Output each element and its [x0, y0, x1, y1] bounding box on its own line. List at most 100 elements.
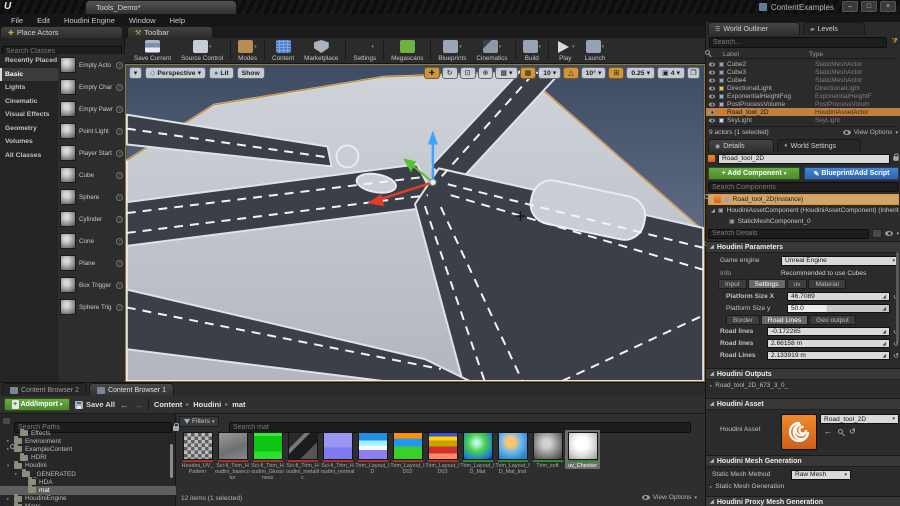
scale-snap-value[interactable]: 0.25 ▾ [626, 67, 656, 79]
outliner-row[interactable]: ▣ ExponentialHeightFog ExponentialHeight… [706, 92, 900, 100]
chevron-down-icon[interactable]: ▾ [209, 44, 212, 50]
breadcrumb-item[interactable]: mat▸ [232, 400, 245, 409]
chevron-down-icon[interactable]: ▾ [572, 44, 575, 50]
tab-world-outliner[interactable]: ☰ World Outliner [708, 22, 800, 35]
actor-item[interactable]: Box Trigger ? [58, 274, 125, 296]
help-icon[interactable]: ? [116, 149, 123, 157]
translate-tool-button[interactable]: ✚ [423, 67, 440, 79]
help-icon[interactable]: ? [116, 61, 123, 69]
road-lines-field[interactable]: 2.66158 m ◢ [767, 339, 891, 348]
component-row[interactable]: ◢ ▣ HoudiniAssetComponent (HoudiniAssetC… [708, 205, 899, 216]
asset-item[interactable]: Houdini_UV_Pattern [180, 430, 215, 475]
help-icon[interactable]: ? [116, 171, 123, 179]
outliner-row[interactable]: ▣ Cube2 StaticMeshActor [706, 60, 900, 68]
use-selected-icon[interactable]: ← [824, 427, 832, 436]
folder-row[interactable]: ▸ _GENERATED [0, 469, 176, 478]
help-icon[interactable]: ? [116, 193, 123, 201]
grid-snap-toggle[interactable]: ▦ [519, 67, 537, 79]
content-browser-tab[interactable]: Content Browser 1 [88, 383, 174, 396]
actor-item[interactable]: Cone ? [58, 230, 125, 252]
game-engine-dropdown[interactable]: Unreal Engine ▾ [781, 255, 899, 266]
revert-icon[interactable]: ↺ [893, 352, 899, 360]
outliner-row[interactable]: ▣ PostProcessVolume PostProcessVolum [706, 100, 900, 108]
chevron-down-icon[interactable]: ▾ [459, 44, 462, 50]
folder-row[interactable]: ▸ HoudiniEngine [0, 493, 176, 503]
details-scrollbar[interactable] [896, 252, 899, 342]
toolbar-button[interactable]: ▾ Blueprints [433, 38, 471, 63]
outliner-search-input[interactable] [709, 37, 887, 48]
toolbar-button[interactable]: ▾ Build [518, 38, 547, 63]
browse-icon[interactable] [838, 429, 843, 434]
platform-size-y-field[interactable]: 50.0 ◢ [787, 304, 891, 313]
help-icon[interactable]: ? [116, 215, 123, 223]
toolbar-button[interactable]: Content [267, 38, 299, 63]
menu-item[interactable]: File [4, 16, 30, 25]
static-mesh-generation-row[interactable]: ▸ Static Mesh Generation [710, 483, 784, 490]
parameter-tab[interactable]: Material [808, 279, 846, 289]
road-sub-tab[interactable]: Geo output [809, 315, 856, 325]
filters-button[interactable]: Filters ▾ [179, 416, 220, 427]
tab-world-settings[interactable]: ● World Settings [777, 139, 861, 152]
toolbar-button[interactable]: Save Current [129, 38, 176, 63]
menu-item[interactable]: Houdini Engine [57, 16, 122, 25]
reset-icon[interactable]: ↺ [849, 427, 856, 436]
outliner-row[interactable]: ▣ SkyLight SkyLight [706, 116, 900, 124]
toolbar-button[interactable]: ▾ Source Control [176, 38, 228, 63]
menu-item[interactable]: Help [163, 16, 192, 25]
actor-name-field[interactable]: Road_tool_2D [718, 153, 890, 164]
toolbar-button[interactable]: Marketplace [299, 38, 343, 63]
folder-row[interactable]: ▸ ExampleContent [0, 444, 176, 453]
rotation-snap-value[interactable]: 10° ▾ [580, 67, 607, 79]
outliner-row[interactable]: ▣ Cube3 StaticMeshActor [706, 68, 900, 76]
outliner-filter-icon[interactable]: ⧩ [892, 38, 898, 46]
surface-snap-toggle[interactable]: ▦ ▾ [495, 67, 518, 79]
toolbar-button[interactable]: ▾ Modes [233, 38, 262, 63]
component-row[interactable]: ▣ StaticMeshComponent_0 [708, 216, 899, 227]
chevron-down-icon[interactable]: ▾ [254, 44, 257, 50]
expander-icon[interactable]: ◢ [711, 208, 715, 214]
outliner-row[interactable]: ▣ Road_tool_2D HoudiniAssetActor [706, 108, 900, 116]
menu-item[interactable]: Window [122, 16, 163, 25]
tab-toolbar[interactable]: ⚒ Toolbar [127, 26, 213, 38]
help-icon[interactable]: ? [116, 127, 123, 135]
folder-expander-icon[interactable]: ▸ [7, 496, 11, 502]
expander-icon[interactable]: ▸ [710, 383, 712, 389]
menu-item[interactable]: Edit [30, 16, 57, 25]
actor-item[interactable]: Player Start ? [58, 142, 125, 164]
road-sub-tab[interactable]: Border [726, 315, 760, 325]
outliner-view-options[interactable]: View Options ▾ [842, 129, 898, 136]
actor-item[interactable]: Empty Pawn ? [58, 98, 125, 120]
perspective-button[interactable]: ◇ Perspective ▾ [145, 67, 207, 79]
folder-expander-icon[interactable]: ▸ [7, 446, 11, 452]
outliner-row[interactable]: ▣ Cube4 StaticMeshActor [706, 76, 900, 84]
folder-row[interactable]: mat [0, 485, 176, 495]
show-button[interactable]: Show [236, 67, 265, 79]
actor-item[interactable]: Cube ? [58, 164, 125, 186]
folder-expander-icon[interactable]: ▸ [7, 438, 11, 444]
category-item[interactable]: Volumes [0, 135, 58, 149]
forward-button[interactable]: → [134, 400, 143, 410]
category-item[interactable]: Visual Effects [0, 108, 58, 122]
help-icon[interactable]: ? [116, 303, 123, 311]
asset-item[interactable]: uv_Checker [565, 430, 600, 470]
asset-item[interactable]: Trim_Layout_ID [355, 430, 390, 475]
asset-item[interactable]: Trim_Layout_ID_Mat_Inst [495, 430, 530, 475]
chevron-down-icon[interactable]: ▾ [372, 44, 375, 50]
assets-view-options[interactable]: View Options ▾ [641, 494, 697, 501]
houdini-mesh-generation-header[interactable]: ◢ Houdini Mesh Generation [706, 455, 900, 467]
chevron-down-icon[interactable]: ▾ [539, 44, 542, 50]
actor-item[interactable]: Point Light ? [58, 120, 125, 142]
toolbar-button[interactable]: ▾ Settings [348, 38, 381, 63]
visibility-eye-icon[interactable] [708, 86, 716, 90]
folder-row[interactable]: HDA [0, 477, 176, 486]
folder-expander-icon[interactable]: ▸ [15, 471, 19, 477]
add-import-button[interactable]: + Add/Import ▾ [4, 398, 70, 411]
road-lines-field[interactable]: -0.172285 ◢ [767, 327, 891, 336]
category-item[interactable]: Cinematic [0, 95, 58, 109]
parameter-tab[interactable]: Input [718, 279, 747, 289]
toolbar-button[interactable]: ▾ Launch [580, 38, 611, 63]
lock-icon[interactable] [893, 153, 899, 161]
platform-size-x-field[interactable]: 46.7089 ◢ [787, 292, 891, 301]
tab-place-actors[interactable]: ✚ Place Actors [0, 26, 123, 38]
world-space-toggle[interactable]: ⊕ [477, 67, 494, 79]
